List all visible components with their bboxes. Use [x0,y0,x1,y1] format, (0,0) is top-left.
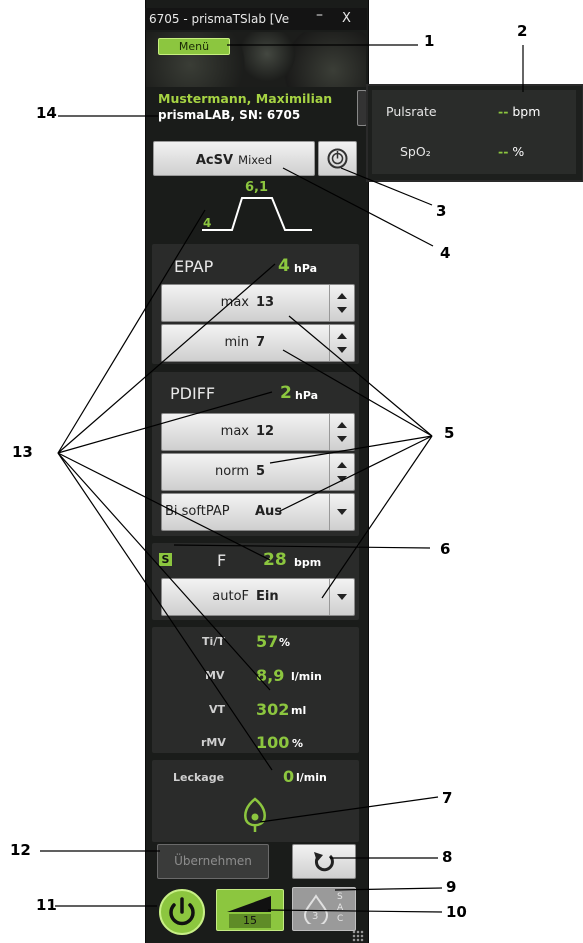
callout-number: 2 [517,22,528,40]
callout-lines [40,44,524,913]
callout-number: 12 [10,841,31,859]
callout-number: 11 [36,896,57,914]
callout-number: 13 [12,443,33,461]
callout-number: 10 [446,903,467,921]
callout-number: 6 [440,540,451,558]
callout-number: 7 [442,789,453,807]
callout-number: 4 [440,244,451,262]
callout-number: 1 [424,32,435,50]
callout-number: 9 [446,878,457,896]
callout-number: 14 [36,104,57,122]
callout-number: 3 [436,202,447,220]
callout-number: 8 [442,848,453,866]
callout-number: 5 [444,424,455,442]
